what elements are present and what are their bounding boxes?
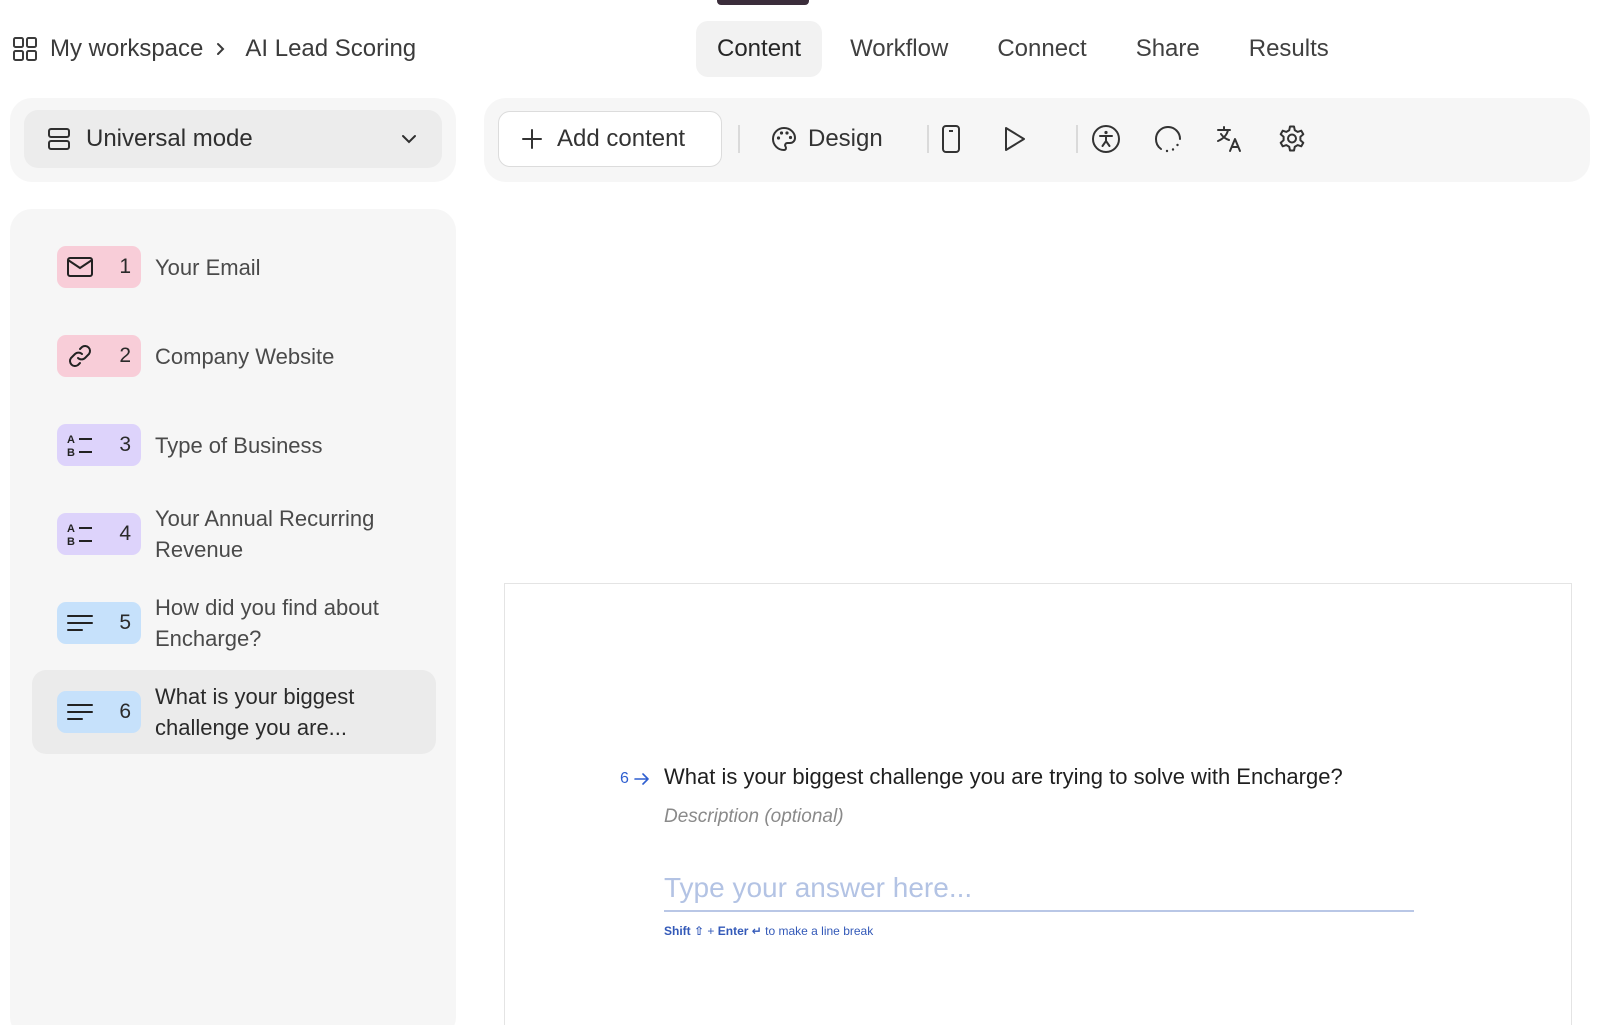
toolbar-divider [1076, 125, 1078, 153]
add-content-button[interactable]: Add content [498, 111, 722, 167]
question-item-5[interactable]: 5 How did you find about Encharge? [32, 581, 436, 665]
question-label: Type of Business [155, 432, 323, 458]
hint-shift-key: Shift ⇧ [664, 924, 705, 938]
question-label: How did you find about Encharge? [155, 595, 379, 651]
svg-text:A: A [67, 523, 75, 535]
mode-dropdown[interactable]: Universal mode [24, 110, 442, 168]
translate-icon[interactable] [1213, 122, 1247, 156]
tab-workflow[interactable]: Workflow [829, 21, 969, 77]
question-number: 1 [119, 255, 131, 278]
question-label: What is your biggest challenge you are..… [155, 684, 355, 740]
tab-connect[interactable]: Connect [976, 21, 1107, 77]
svg-text:B: B [67, 536, 75, 548]
accessibility-icon[interactable] [1089, 122, 1123, 156]
question-label: Your Annual Recurring Revenue [155, 506, 375, 562]
toolbar-divider [738, 125, 740, 153]
play-icon[interactable] [997, 122, 1031, 156]
palette-icon [770, 125, 798, 153]
question-badge: 1 [57, 246, 141, 288]
tab-content[interactable]: Content [696, 21, 823, 77]
breadcrumb-form-name[interactable]: AI Lead Scoring [245, 35, 416, 63]
question-badge: 5 [57, 602, 141, 644]
question-label: Company Website [155, 343, 335, 369]
mode-panel: Universal mode [10, 98, 456, 182]
plus-icon [521, 128, 543, 150]
apps-grid-icon[interactable] [12, 36, 38, 62]
svg-text:B: B [67, 447, 75, 459]
question-number: 5 [119, 611, 131, 634]
hint-text: to make a line break [761, 924, 874, 938]
mobile-preview-icon[interactable] [934, 122, 968, 156]
answer-input[interactable] [664, 866, 1414, 912]
toolbar-divider [927, 125, 929, 153]
loading-icon[interactable] [1151, 122, 1185, 156]
settings-gear-icon[interactable] [1275, 122, 1309, 156]
link-icon [65, 341, 95, 371]
question-badge: A B 3 [57, 424, 141, 466]
question-number: 3 [119, 433, 131, 456]
question-number-indicator: 6 [620, 770, 650, 788]
question-number-value: 6 [620, 770, 629, 787]
design-label: Design [808, 125, 883, 152]
envelope-icon [65, 252, 95, 282]
question-list: 1 Your Email 2 Company Website A B 3 Typ… [10, 209, 456, 1025]
question-number: 6 [119, 700, 131, 723]
question-item-6[interactable]: 6 What is your biggest challenge you are… [32, 670, 436, 754]
top-bar: My workspace AI Lead Scoring Content Wor… [0, 0, 1600, 96]
active-tab-indicator [717, 0, 809, 5]
mode-dropdown-label: Universal mode [86, 125, 253, 152]
question-number: 2 [119, 344, 131, 367]
question-badge: 6 [57, 691, 141, 733]
question-description[interactable]: Description (optional) [664, 806, 844, 828]
multiple-choice-icon: A B [65, 430, 95, 460]
line-break-hint: Shift ⇧ + Enter ↵ to make a line break [664, 924, 873, 938]
main-tabs: Content Workflow Connect Share Results [696, 21, 1357, 77]
chevron-down-icon [398, 128, 420, 150]
layout-rows-icon [46, 126, 72, 152]
form-preview-canvas [504, 583, 1572, 1025]
question-badge: A B 4 [57, 513, 141, 555]
hint-plus: + [704, 924, 718, 938]
add-content-label: Add content [557, 125, 686, 152]
tab-results[interactable]: Results [1228, 21, 1350, 77]
svg-text:A: A [67, 434, 75, 446]
chevron-right-icon [213, 39, 227, 59]
arrow-right-icon [634, 772, 650, 786]
multiple-choice-icon: A B [65, 519, 95, 549]
question-item-1[interactable]: 1 Your Email [32, 225, 436, 309]
question-number: 4 [119, 522, 131, 545]
breadcrumb-workspace-link[interactable]: My workspace [50, 35, 203, 63]
tab-share[interactable]: Share [1115, 21, 1221, 77]
question-item-2[interactable]: 2 Company Website [32, 314, 436, 398]
question-item-4[interactable]: A B 4 Your Annual Recurring Revenue [32, 492, 436, 576]
long-text-icon [65, 608, 95, 638]
question-label: Your Email [155, 254, 261, 280]
editor-toolbar: Add content Design [484, 98, 1590, 182]
design-button[interactable]: Design [770, 111, 883, 167]
breadcrumb: My workspace AI Lead Scoring [12, 32, 416, 66]
question-badge: 2 [57, 335, 141, 377]
question-title[interactable]: What is your biggest challenge you are t… [664, 764, 1343, 790]
long-text-icon [65, 697, 95, 727]
hint-enter-key: Enter ↵ [717, 924, 762, 938]
question-item-3[interactable]: A B 3 Type of Business [32, 403, 436, 487]
